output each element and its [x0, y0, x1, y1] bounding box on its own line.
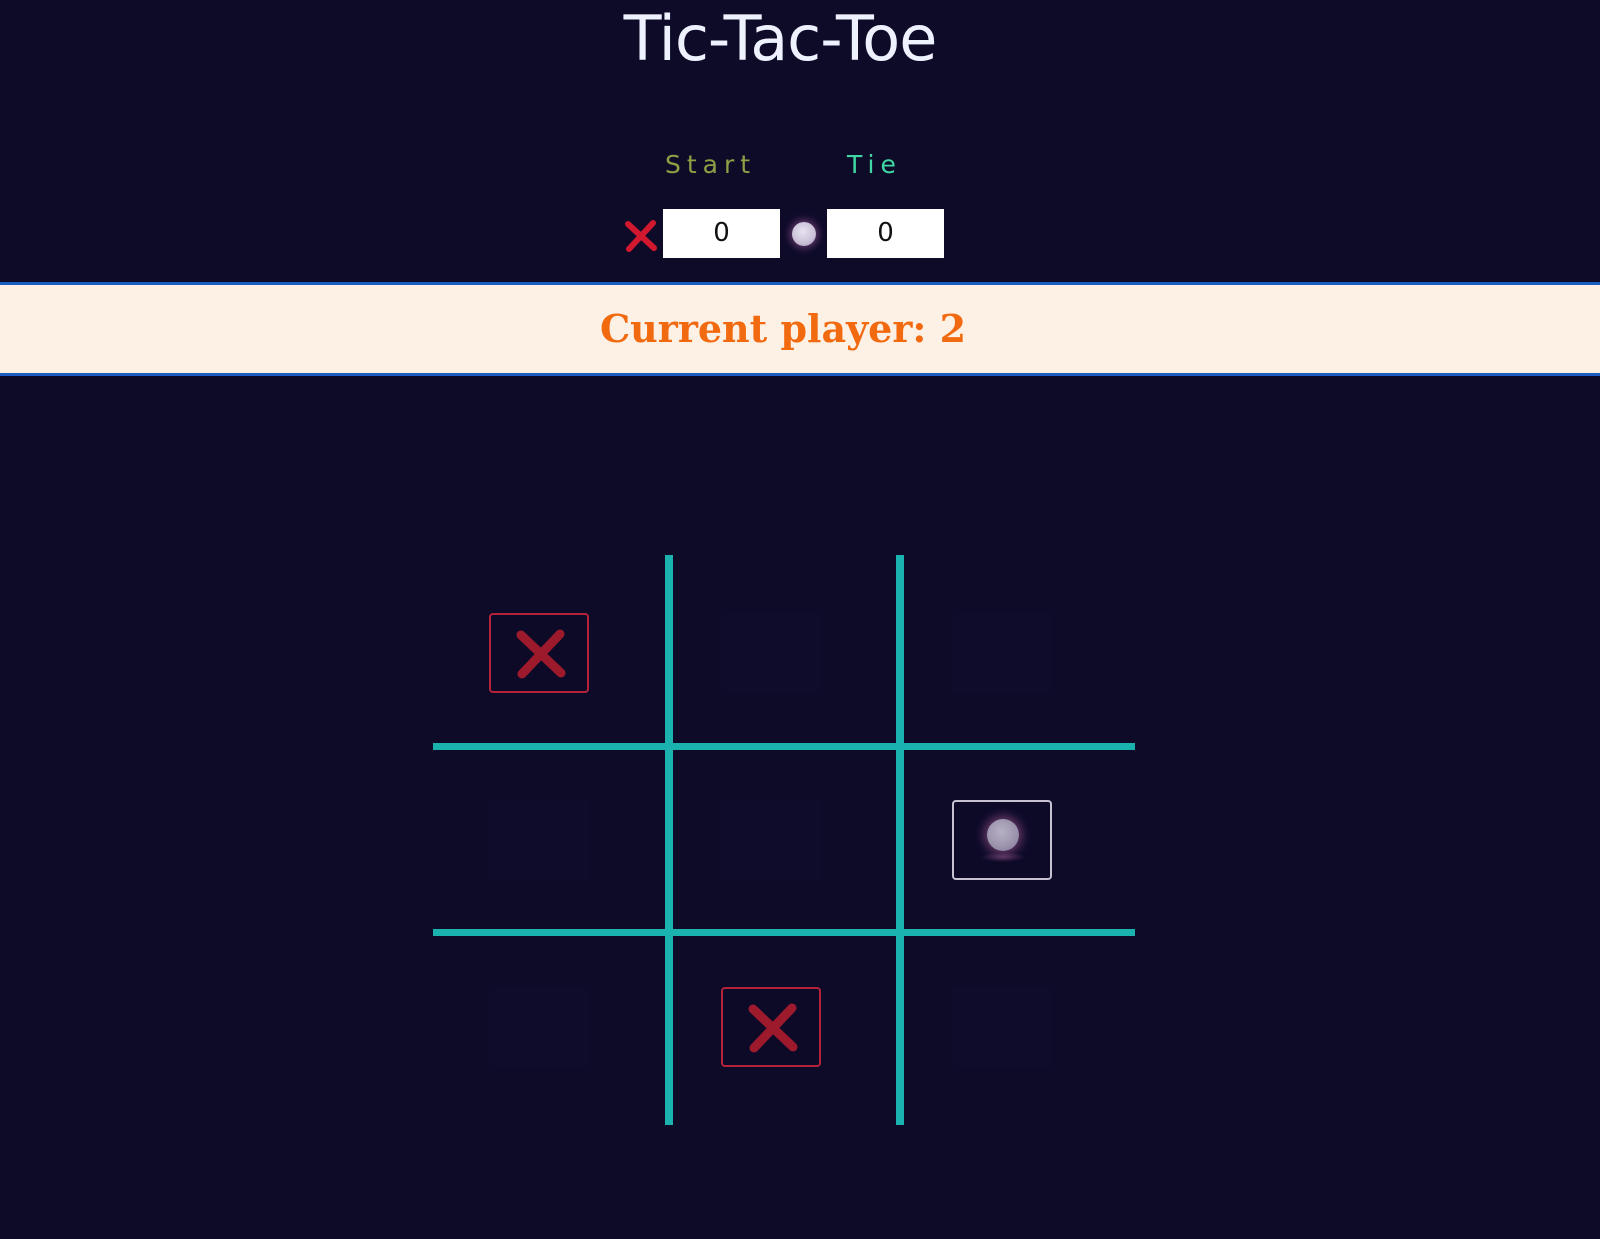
x-mark-icon: [748, 1003, 798, 1053]
board-cell-2[interactable]: [952, 613, 1052, 693]
tie-button[interactable]: Tie: [847, 150, 902, 179]
x-mark-icon: [625, 220, 657, 252]
board-cell-5[interactable]: [952, 800, 1052, 880]
board-cell-7[interactable]: [721, 987, 821, 1067]
board-cell-0[interactable]: [489, 613, 589, 693]
game-page: Tic-Tac-Toe Start Tie 0 0 Current player…: [0, 0, 1600, 1239]
board-cell-6[interactable]: [489, 987, 589, 1067]
board-cell-8[interactable]: [952, 987, 1052, 1067]
x-mark-icon: [516, 629, 566, 679]
o-orb-icon: [792, 222, 816, 246]
player-o-score: 0: [827, 209, 944, 258]
status-banner: Current player: 2: [0, 282, 1600, 376]
o-orb-icon: [987, 819, 1019, 851]
grid-line-vertical-2: [896, 555, 904, 1125]
game-board: [433, 555, 1135, 1125]
board-cell-1[interactable]: [721, 613, 821, 693]
controls-bar: Start Tie: [0, 150, 1560, 190]
grid-line-vertical-1: [665, 555, 673, 1125]
page-title: Tic-Tac-Toe: [623, 2, 938, 75]
player-x-score: 0: [663, 209, 780, 258]
board-cell-3[interactable]: [489, 800, 589, 880]
board-cell-4[interactable]: [721, 800, 821, 880]
grid-line-horizontal-2: [433, 929, 1135, 936]
current-player-status: Current player: 2: [599, 306, 967, 351]
start-button[interactable]: Start: [665, 150, 756, 179]
grid-line-horizontal-1: [433, 743, 1135, 750]
orb-dust-decoration: [980, 852, 1026, 862]
